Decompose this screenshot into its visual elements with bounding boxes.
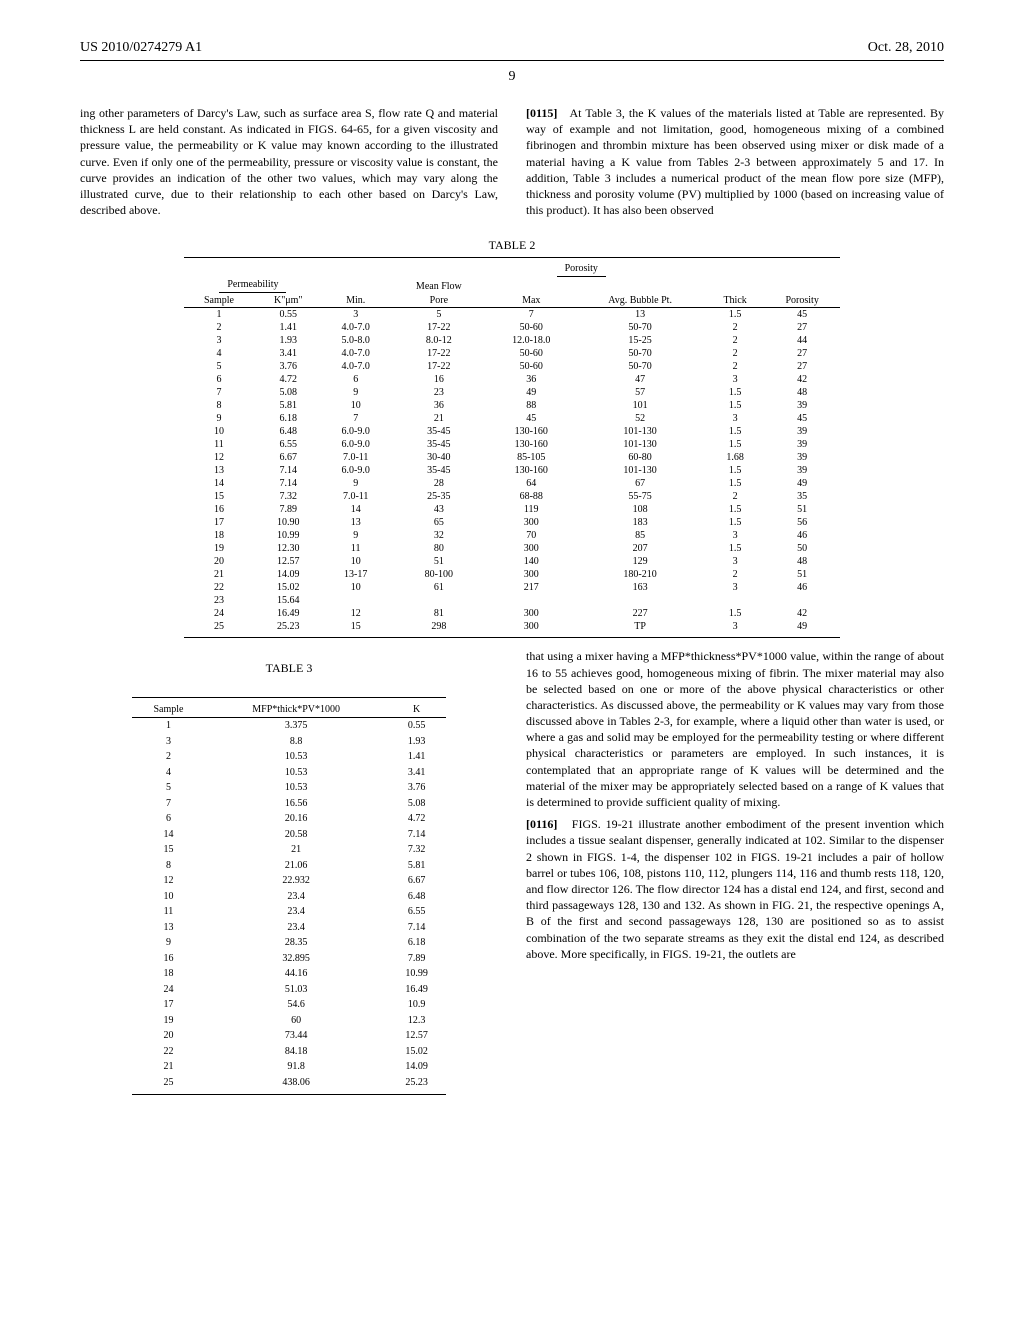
table-row: 2215.021061217163346: [184, 581, 841, 594]
table2-col-header: Max: [489, 294, 574, 308]
table-row: 2012.571051140129348: [184, 555, 841, 568]
table-row: 126.677.0-1130-4085-10560-801.6839: [184, 451, 841, 464]
table2: Porosity Permeability Mean Flow SampleK"…: [184, 257, 841, 638]
table-row: 1420.587.14: [132, 827, 446, 843]
table-row: 510.533.76: [132, 780, 446, 796]
table-row: 1123.46.55: [132, 904, 446, 920]
table2-group-permeability: Permeability: [219, 279, 286, 293]
table-row: 43.414.0-7.017-2250-6050-70227: [184, 347, 841, 360]
table-row: 1323.47.14: [132, 920, 446, 936]
table-row: 1754.610.9: [132, 997, 446, 1013]
table2-col-header: K"μm": [254, 294, 322, 308]
table-row: 2191.814.09: [132, 1059, 446, 1075]
table-row: 821.065.81: [132, 858, 446, 874]
table2-col-header: Min.: [322, 294, 389, 308]
table-row: 157.327.0-1125-3568-8855-75235: [184, 490, 841, 503]
table-row: 716.565.08: [132, 796, 446, 812]
table2-group-porosity: Porosity: [557, 263, 606, 277]
table-row: 53.764.0-7.017-2250-6050-70227: [184, 360, 841, 373]
table-row: 106.486.0-9.035-45130-160101-1301.539: [184, 425, 841, 438]
table-row: 2284.1815.02: [132, 1044, 446, 1060]
para-num-0115: [0115]: [526, 106, 557, 120]
table-row: 1710.9013653001831.556: [184, 516, 841, 529]
page-header: US 2010/0274279 A1 Oct. 28, 2010: [80, 40, 944, 61]
table-row: 31.935.0-8.08.0-1212.0-18.015-25244: [184, 334, 841, 347]
table-row: 1023.46.48: [132, 889, 446, 905]
page-number: 9: [80, 69, 944, 85]
table-row: 2525.2315298300TP349: [184, 620, 841, 633]
table-row: 1844.1610.99: [132, 966, 446, 982]
table-row: 1632.8957.89: [132, 951, 446, 967]
table3-col-header: K: [388, 702, 446, 718]
left-col-continued-text: ing other parameters of Darcy's Law, suc…: [80, 105, 498, 218]
table2-col-header: Sample: [184, 294, 255, 308]
table2-title: TABLE 2: [80, 238, 944, 253]
table-row: 96.187214552345: [184, 412, 841, 425]
table-row: 38.81.93: [132, 734, 446, 750]
table-row: 2073.4412.57: [132, 1028, 446, 1044]
table-row: 21.414.0-7.017-2250-6050-70227: [184, 321, 841, 334]
table-row: 196012.3: [132, 1013, 446, 1029]
table-row: 2114.0913-1780-100300180-210251: [184, 568, 841, 581]
publication-date: Oct. 28, 2010: [868, 40, 944, 56]
table2-col-header: Pore: [389, 294, 488, 308]
table-row: 85.811036881011.539: [184, 399, 841, 412]
para-0116-text: FIGS. 19-21 illustrate another embodimen…: [526, 817, 944, 961]
table-row: 10.55357131.545: [184, 308, 841, 322]
table2-col-header: Avg. Bubble Pt.: [574, 294, 706, 308]
table2-col-header: Porosity: [764, 294, 840, 308]
table-row: 2416.4912813002271.542: [184, 607, 841, 620]
table3-col-header: MFP*thick*PV*1000: [205, 702, 388, 718]
table-row: 64.726163647342: [184, 373, 841, 386]
table-row: 147.1492864671.549: [184, 477, 841, 490]
table-row: 928.356.18: [132, 935, 446, 951]
table-row: 1222.9326.67: [132, 873, 446, 889]
table-row: 210.531.41: [132, 749, 446, 765]
table-row: 15217.32: [132, 842, 446, 858]
table-row: 75.0892349571.548: [184, 386, 841, 399]
table3-title: TABLE 3: [80, 660, 498, 676]
table3: SampleMFP*thick*PV*1000K 13.3750.5538.81…: [132, 697, 446, 1096]
table-row: 1912.3011803002071.550: [184, 542, 841, 555]
table-row: 13.3750.55: [132, 718, 446, 734]
right-col-continuation: that using a mixer having a MFP*thicknes…: [526, 648, 944, 810]
table-row: 137.146.0-9.035-45130-160101-1301.539: [184, 464, 841, 477]
right-col-para-0115: [0115] At Table 3, the K values of the m…: [526, 105, 944, 218]
table-row: 1810.999327085346: [184, 529, 841, 542]
table-row: 25438.0625.23: [132, 1075, 446, 1091]
table3-col-header: Sample: [132, 702, 205, 718]
right-col-para-0116: [0116] FIGS. 19-21 illustrate another em…: [526, 816, 944, 962]
para-num-0116: [0116]: [526, 817, 557, 831]
table-row: 620.164.72: [132, 811, 446, 827]
table-row: 2315.64: [184, 594, 841, 607]
table2-group-meanflow: Mean Flow: [416, 281, 462, 292]
para-0115-text: At Table 3, the K values of the material…: [526, 106, 944, 217]
table-row: 167.8914431191081.551: [184, 503, 841, 516]
publication-number: US 2010/0274279 A1: [80, 40, 202, 56]
table2-col-header: Thick: [706, 294, 764, 308]
table-row: 2451.0316.49: [132, 982, 446, 998]
table-row: 116.556.0-9.035-45130-160101-1301.539: [184, 438, 841, 451]
table-row: 410.533.41: [132, 765, 446, 781]
